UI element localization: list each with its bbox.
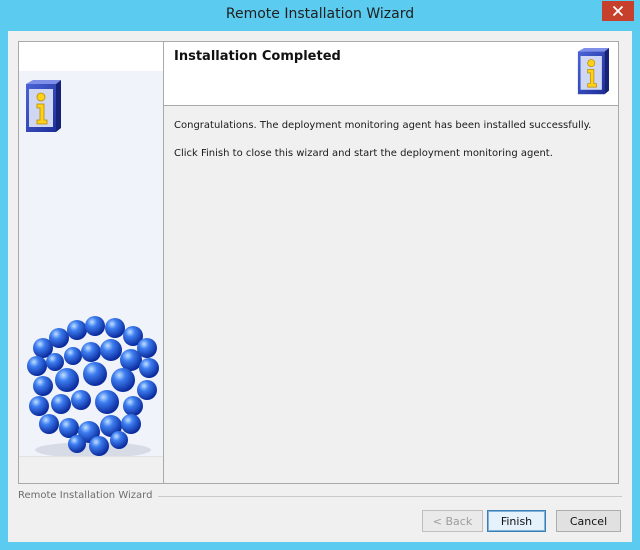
molecule-cube-icon bbox=[27, 316, 159, 458]
back-button[interactable]: < Back bbox=[422, 510, 483, 532]
wizard-window: Remote Installation Wizard Installation … bbox=[0, 0, 640, 550]
finish-button[interactable]: Finish bbox=[487, 510, 546, 532]
group-divider bbox=[158, 496, 622, 497]
sidebar-top bbox=[19, 42, 163, 71]
title-bar[interactable]: Remote Installation Wizard bbox=[0, 0, 640, 31]
info-box-icon bbox=[26, 80, 61, 132]
wizard-client-area: Installation Completed Congratulations. … bbox=[8, 31, 632, 542]
sidebar bbox=[19, 42, 164, 483]
close-button[interactable] bbox=[602, 1, 634, 21]
info-box-icon bbox=[577, 48, 609, 95]
cancel-button[interactable]: Cancel bbox=[556, 510, 621, 532]
wizard-panel: Installation Completed Congratulations. … bbox=[18, 41, 619, 484]
window-title: Remote Installation Wizard bbox=[225, 6, 415, 22]
success-message: Congratulations. The deployment monitori… bbox=[174, 120, 592, 131]
wizard-header: Installation Completed bbox=[164, 42, 618, 106]
page-title: Installation Completed bbox=[174, 49, 341, 64]
sidebar-bottom bbox=[19, 456, 163, 483]
wizard-group-label: Remote Installation Wizard bbox=[18, 490, 159, 501]
finish-instruction: Click Finish to close this wizard and st… bbox=[174, 148, 553, 159]
close-icon bbox=[612, 5, 624, 17]
wizard-content: Congratulations. The deployment monitori… bbox=[164, 106, 618, 483]
